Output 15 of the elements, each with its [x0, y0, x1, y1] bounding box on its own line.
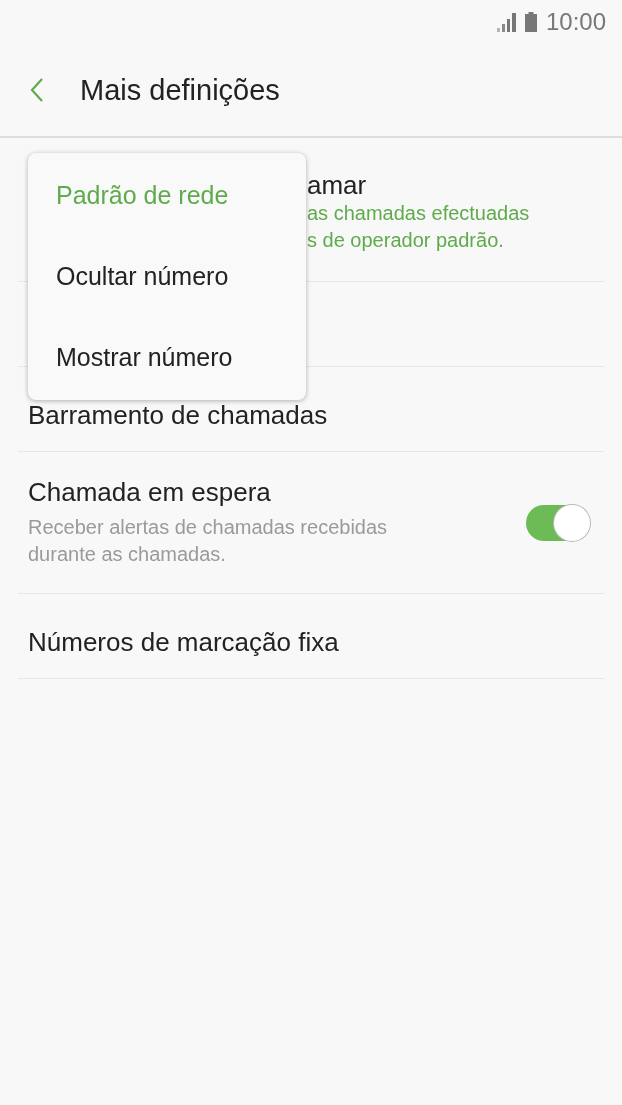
menu-option[interactable]: Ocultar número — [28, 236, 306, 317]
back-icon[interactable] — [30, 77, 44, 103]
setting-description: Receber alertas de chamadas recebidas durante as chamadas. — [28, 515, 389, 567]
status-time: 10:00 — [545, 8, 606, 36]
setting-title[interactable]: Chamada em espera — [28, 477, 438, 508]
setting-title[interactable]: amar — [307, 170, 604, 200]
setting-title[interactable]: Números de marcação fixa — [28, 626, 339, 658]
setting-value: as chamadas efectuadas — [307, 201, 531, 226]
setting-title[interactable]: Barramento de chamadas — [28, 399, 328, 431]
toggle-switch[interactable] — [526, 504, 590, 541]
setting-value: s de operador padrão. — [307, 228, 505, 253]
signal-icon — [496, 12, 519, 32]
page-title: Mais definições — [80, 73, 280, 107]
battery-icon — [524, 12, 537, 32]
menu-option[interactable]: Mostrar número — [28, 317, 306, 398]
